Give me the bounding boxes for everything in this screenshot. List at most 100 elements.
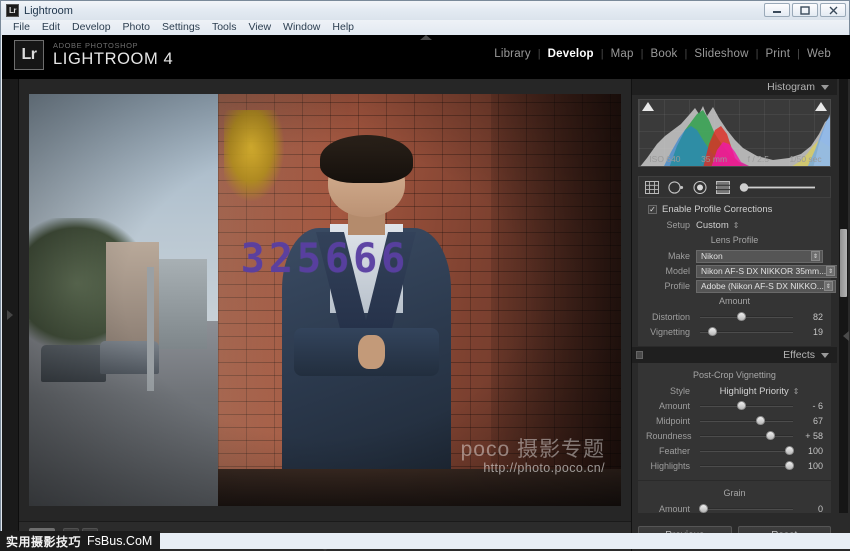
effects-panel-switch[interactable]: [636, 351, 643, 359]
module-slideshow[interactable]: Slideshow: [687, 48, 755, 60]
right-panel-scrollbar[interactable]: [839, 79, 848, 513]
watermark-chinese-text: 实用摄影技巧: [6, 534, 82, 549]
histogram-panel-header[interactable]: Histogram: [632, 79, 837, 95]
minimize-button[interactable]: [764, 3, 790, 17]
setup-value: Custom: [696, 219, 729, 231]
lens-model-value: Nikon AF-S DX NIKKOR 35mm...: [701, 266, 827, 276]
distortion-slider[interactable]: [700, 311, 793, 323]
red-eye-icon[interactable]: [693, 180, 707, 194]
photo-preview[interactable]: 325666 poco 摄影专题 http://photo.poco.cn/: [29, 94, 621, 506]
right-panel-scrollbar-thumb[interactable]: [840, 229, 847, 297]
style-value: Highlight Priority: [719, 385, 789, 397]
watermark-site-text: FsBus.CoM: [87, 534, 153, 548]
dropdown-stepper-icon[interactable]: ⇕: [811, 251, 820, 261]
dropdown-stepper-icon[interactable]: ⇕: [826, 266, 836, 276]
dropdown-stepper-icon[interactable]: ⇕: [823, 281, 833, 291]
pcv-roundness-label: Roundness: [646, 431, 692, 441]
module-picker: Library | Develop | Map | Book | Slidesh…: [487, 48, 838, 60]
pcv-amount-row: Amount - 6: [646, 399, 823, 413]
effects-panel-header[interactable]: Effects: [632, 347, 837, 363]
lens-profile-dropdown[interactable]: Adobe (Nikon AF-S DX NIKKO... ⇕: [696, 279, 836, 293]
chevron-down-icon[interactable]: [821, 352, 829, 358]
effects-section: Post-Crop Vignetting Style Highlight Pri…: [632, 363, 837, 513]
menu-edit[interactable]: Edit: [36, 20, 66, 35]
lens-model-row: Model Nikon AF-S DX NIKKOR 35mm... ⇕: [646, 264, 837, 278]
menu-window[interactable]: Window: [277, 20, 326, 35]
maximize-button[interactable]: [792, 3, 818, 17]
lens-model-dropdown[interactable]: Nikon AF-S DX NIKKOR 35mm... ⇕: [696, 264, 837, 278]
pcv-midpoint-label: Midpoint: [655, 416, 690, 426]
lens-corrections-body: ✓ Enable Profile Corrections Setup Custo…: [638, 198, 837, 346]
module-develop[interactable]: Develop: [541, 48, 601, 60]
setup-label: Setup: [666, 220, 690, 230]
top-panel-collapse-arrow[interactable]: [420, 35, 432, 40]
style-value-group[interactable]: Highlight Priority ⇕: [696, 386, 823, 397]
exif-shutter-speed: 1/50 sec: [789, 154, 822, 164]
graduated-filter-icon[interactable]: [716, 180, 730, 194]
module-library[interactable]: Library: [487, 48, 538, 60]
chevron-down-icon[interactable]: [821, 84, 829, 90]
effects-panel-title: Effects: [783, 349, 815, 361]
histogram-graph[interactable]: ISO 640 35 mm f / 2.5 1/50 sec: [638, 99, 831, 167]
pcv-roundness-slider[interactable]: [700, 430, 793, 442]
close-button[interactable]: [820, 3, 846, 17]
menu-file[interactable]: File: [7, 20, 36, 35]
vignetting-slider-row: Vignetting 19: [646, 325, 823, 339]
distortion-label: Distortion: [651, 312, 690, 322]
pcv-amount-value: - 6: [812, 401, 823, 411]
spot-removal-icon[interactable]: [668, 180, 684, 194]
menu-photo[interactable]: Photo: [117, 20, 156, 35]
vignetting-slider[interactable]: [700, 326, 793, 338]
window-frame: Lr Lightroom File Edit Develop Photo Set…: [0, 0, 850, 551]
menu-settings[interactable]: Settings: [156, 20, 206, 35]
photo-watermark: poco 摄影专题 http://photo.poco.cn/: [461, 438, 605, 476]
menu-develop[interactable]: Develop: [66, 20, 117, 35]
brand-block: Lr ADOBE PHOTOSHOP LIGHTROOM 4: [14, 40, 173, 70]
distortion-value: 82: [812, 312, 823, 322]
right-panel-scroll-content: Histogram ISO 640 35 mm f / 2.5 1/50 sec…: [632, 79, 837, 513]
module-web[interactable]: Web: [800, 48, 838, 60]
exif-focal-length: 35 mm: [701, 154, 728, 164]
menu-view[interactable]: View: [242, 20, 277, 35]
page-watermark: 实用摄影技巧 FsBus.CoM: [0, 531, 161, 551]
pcv-amount-slider[interactable]: [700, 400, 793, 412]
menu-help[interactable]: Help: [326, 20, 360, 35]
photo-overlay-number: 325666: [240, 235, 410, 282]
setup-stepper-icon[interactable]: ⇕: [733, 221, 740, 230]
center-work-area: 325666 poco 摄影专题 http://photo.poco.cn/ Y…: [19, 79, 631, 551]
photo-stage: 325666 poco 摄影专题 http://photo.poco.cn/: [19, 79, 631, 521]
window-title: Lightroom: [24, 4, 73, 17]
title-bar: Lr Lightroom: [1, 1, 849, 20]
highlight-clipping-indicator[interactable]: [815, 102, 827, 111]
grain-amount-slider[interactable]: [699, 503, 793, 513]
pcv-feather-label: Feather: [658, 446, 690, 456]
enable-profile-corrections-row[interactable]: ✓ Enable Profile Corrections: [646, 202, 823, 218]
left-panel-expand-arrow-icon[interactable]: [7, 310, 13, 320]
lightroom-header: Lr ADOBE PHOTOSHOP LIGHTROOM 4 Library |…: [2, 35, 850, 79]
pcv-feather-value: 100: [807, 446, 823, 456]
menu-bar: File Edit Develop Photo Settings Tools V…: [1, 20, 849, 35]
left-panel-collapsed[interactable]: [2, 79, 19, 551]
style-row: Style Highlight Priority ⇕: [646, 384, 823, 398]
crop-overlay-icon[interactable]: [645, 180, 659, 194]
pcv-midpoint-slider[interactable]: [700, 415, 793, 427]
enable-profile-corrections-checkbox[interactable]: ✓: [648, 205, 657, 214]
pcv-feather-slider[interactable]: [700, 445, 794, 457]
style-stepper-icon[interactable]: ⇕: [793, 387, 800, 396]
lens-make-value: Nikon: [701, 251, 723, 261]
module-print[interactable]: Print: [758, 48, 797, 60]
right-panel-expand-arrow-icon[interactable]: [843, 331, 849, 341]
pcv-highlights-slider[interactable]: [700, 460, 794, 472]
module-map[interactable]: Map: [604, 48, 641, 60]
pcv-highlights-value: 100: [807, 461, 823, 471]
module-book[interactable]: Book: [643, 48, 684, 60]
menu-tools[interactable]: Tools: [206, 20, 243, 35]
lens-make-dropdown[interactable]: Nikon ⇕: [696, 249, 823, 263]
adjustment-brush-icon[interactable]: [739, 182, 817, 193]
shadow-clipping-indicator[interactable]: [642, 102, 654, 111]
post-crop-vignetting-title: Post-Crop Vignetting: [693, 370, 776, 380]
pcv-midpoint-value: 67: [812, 416, 823, 426]
vignetting-value: 19: [812, 327, 823, 337]
window-controls: [764, 3, 846, 17]
setup-value-group[interactable]: Custom ⇕: [696, 220, 823, 231]
